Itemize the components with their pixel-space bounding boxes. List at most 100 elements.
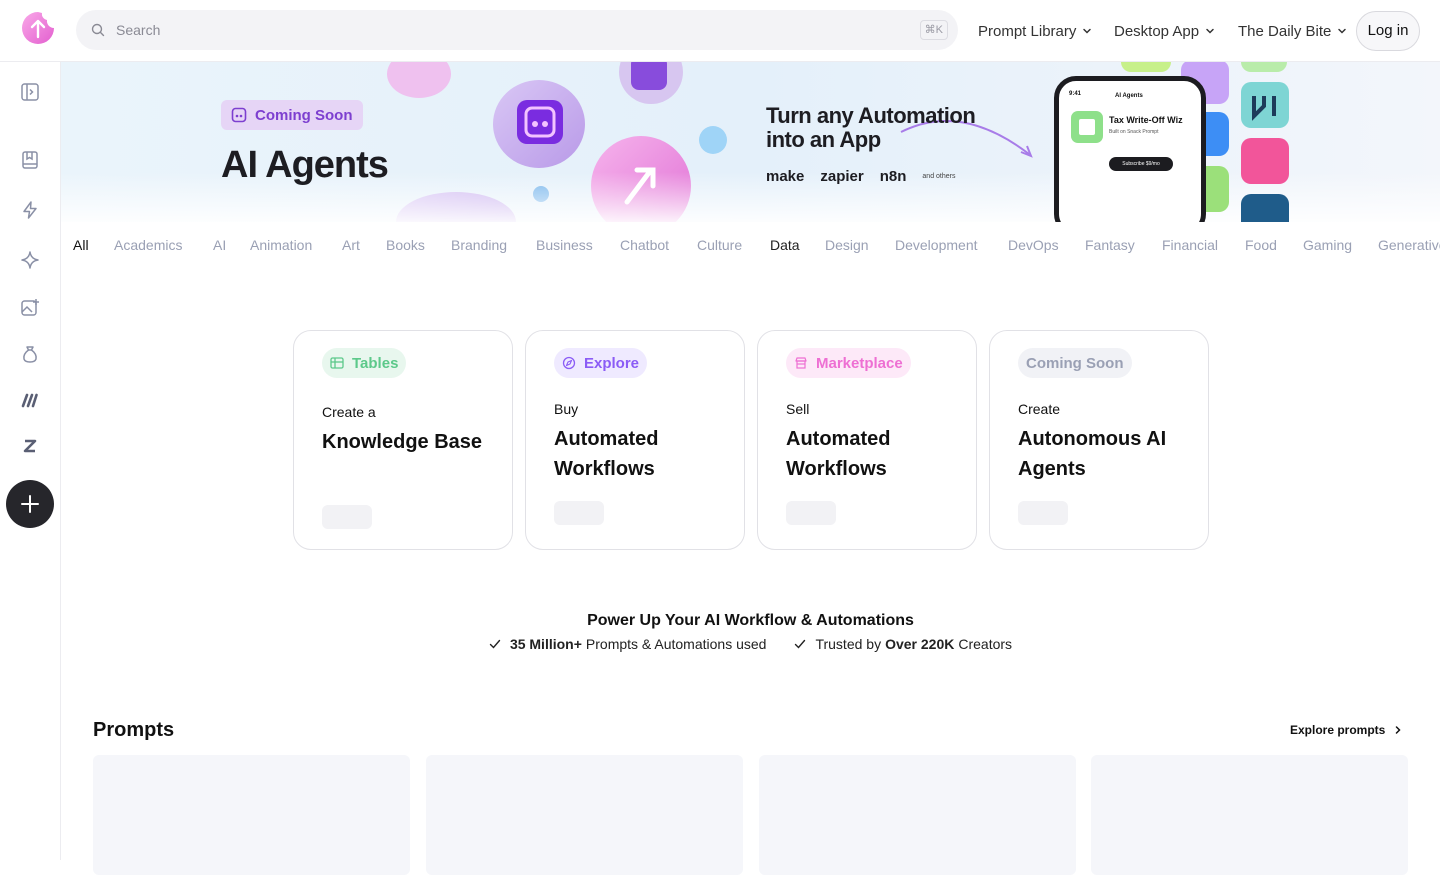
nav-prompt-library-label: Prompt Library: [978, 22, 1077, 40]
brands-note: and others: [922, 173, 956, 180]
chevron-down-icon: [1083, 28, 1092, 34]
card-placeholder: [786, 501, 836, 525]
category-tab[interactable]: AI: [213, 237, 226, 253]
ai-agents-banner[interactable]: Coming Soon AI Agents Turn any Automatio…: [61, 62, 1440, 222]
category-tab[interactable]: Food: [1245, 237, 1277, 253]
money-bag-icon[interactable]: [20, 344, 40, 364]
add-button[interactable]: [6, 480, 54, 528]
category-tab[interactable]: Generative: [1378, 237, 1440, 253]
chevron-down-icon: [1338, 28, 1347, 34]
zapier-logo-icon[interactable]: [20, 436, 40, 456]
category-tab[interactable]: Academics: [114, 237, 182, 253]
phone-time: 9:41: [1069, 91, 1082, 97]
library-book-icon[interactable]: [20, 150, 40, 170]
category-tab[interactable]: Data: [770, 237, 800, 253]
table-grid-icon: [330, 357, 344, 369]
banner-title: AI Agents: [221, 144, 389, 186]
brand-n8n: n8n: [879, 168, 907, 185]
image-generate-icon[interactable]: [20, 298, 40, 318]
nav-prompt-library[interactable]: Prompt Library: [978, 0, 1092, 62]
category-tab[interactable]: Animation: [250, 237, 312, 253]
card-title: Knowledge Base: [322, 431, 483, 453]
tables-card[interactable]: Tables Create a Knowledge Base: [293, 330, 513, 550]
explore-pill-label: Explore: [584, 354, 640, 372]
plus-icon: [21, 495, 39, 513]
nav-desktop-app[interactable]: Desktop App: [1114, 0, 1215, 62]
card-verb: Sell: [786, 401, 810, 417]
category-tab[interactable]: Development: [895, 237, 978, 253]
explore-pill: Explore: [554, 348, 648, 378]
chevron-right-icon: [1396, 726, 1401, 734]
prompts-section-title: Prompts: [93, 719, 175, 741]
phone-title: AI Agents: [1115, 93, 1143, 99]
top-header: ⌘K Prompt Library Desktop App The Daily …: [0, 0, 1440, 62]
lightning-icon[interactable]: [20, 200, 40, 220]
category-tab[interactable]: Culture: [697, 237, 742, 253]
marketplace-card[interactable]: Marketplace Sell Automated Workflows: [757, 330, 977, 550]
stat-creators: Trusted by Over 220K Creators: [794, 636, 1012, 652]
tables-pill-label: Tables: [352, 354, 399, 372]
sidebar-toggle-icon[interactable]: [20, 82, 40, 102]
category-tabs: All Academics AI Animation Art Books Bra…: [61, 222, 1440, 270]
banner-headline: Turn any Automation into an App: [766, 103, 976, 152]
card-placeholder: [322, 505, 372, 529]
card-verb: Create: [1018, 401, 1061, 417]
explore-prompts-label: Explore prompts: [1290, 723, 1386, 737]
category-tab[interactable]: Books: [386, 237, 425, 253]
store-icon: [795, 357, 807, 369]
search-input[interactable]: [116, 10, 936, 50]
sparkle-icon[interactable]: [20, 250, 40, 270]
category-tab[interactable]: Fantasy: [1085, 237, 1135, 253]
stat-prompts-count: 35 Million+: [509, 636, 582, 652]
card-placeholder: [1018, 501, 1068, 525]
power-up-title: Power Up Your AI Workflow & Automations: [587, 612, 914, 629]
left-sidebar: [0, 62, 61, 860]
make-logo-icon[interactable]: [20, 390, 40, 410]
category-tab[interactable]: Financial: [1162, 237, 1218, 253]
check-icon: [489, 639, 501, 649]
prompt-card[interactable]: [759, 755, 1076, 875]
compass-icon: [562, 356, 576, 370]
category-tab[interactable]: Art: [342, 237, 360, 253]
login-button[interactable]: Log in: [1356, 11, 1420, 51]
marketplace-pill: Marketplace: [786, 348, 911, 378]
app-tile-icon: [1071, 111, 1103, 143]
prompt-card[interactable]: [1091, 755, 1408, 875]
category-tab[interactable]: Gaming: [1303, 237, 1352, 253]
category-tab[interactable]: Branding: [451, 237, 507, 253]
nav-daily-bite[interactable]: The Daily Bite: [1238, 0, 1347, 62]
stat-creators-count: Over 220K: [885, 636, 955, 652]
brand-make: make: [766, 168, 805, 185]
category-tab[interactable]: Design: [825, 237, 869, 253]
marketplace-pill-label: Marketplace: [816, 354, 903, 372]
category-tab[interactable]: DevOps: [1008, 237, 1059, 253]
search-icon: [91, 23, 105, 37]
prompt-card[interactable]: [93, 755, 410, 875]
explore-card[interactable]: Explore Buy Automated Workflows: [525, 330, 745, 550]
phone-subscribe-button: Subscribe $9/mo: [1109, 157, 1173, 171]
phone-app-name: Tax Write-Off Wiz: [1109, 115, 1183, 125]
phone-mockup: 9:41 AI Agents Tax Write-Off Wiz Built o…: [1054, 76, 1206, 222]
search-shortcut-badge: ⌘K: [919, 20, 948, 40]
coming-soon-card[interactable]: Coming Soon Create Autonomous AI Agents: [989, 330, 1209, 550]
snack-prompt-logo-icon[interactable]: [20, 10, 56, 46]
category-tab[interactable]: All: [73, 237, 89, 253]
phone-app-sub: Built on Snack Prompt: [1109, 129, 1159, 135]
category-tab[interactable]: Business: [536, 237, 593, 253]
coming-soon-badge-label: Coming Soon: [255, 106, 353, 124]
brand-zapier: zapier: [820, 168, 864, 185]
chevron-down-icon: [1206, 28, 1214, 34]
coming-soon-pill: Coming Soon: [1018, 348, 1132, 378]
search-bar[interactable]: ⌘K: [76, 10, 958, 50]
nav-daily-bite-label: The Daily Bite: [1238, 22, 1332, 40]
prompt-card[interactable]: [426, 755, 743, 875]
stats-row: 35 Million+ Prompts & Automations used T…: [61, 636, 1440, 652]
card-verb: Buy: [554, 401, 579, 417]
card-placeholder: [554, 501, 604, 525]
category-tab[interactable]: Chatbot: [620, 237, 669, 253]
tables-pill: Tables: [322, 348, 407, 378]
explore-prompts-link[interactable]: Explore prompts: [1290, 723, 1403, 737]
stat-creators-pre: Trusted by: [815, 636, 882, 652]
card-title: Autonomous AI Agents: [1018, 428, 1167, 480]
stat-creators-text: Creators: [958, 636, 1013, 652]
